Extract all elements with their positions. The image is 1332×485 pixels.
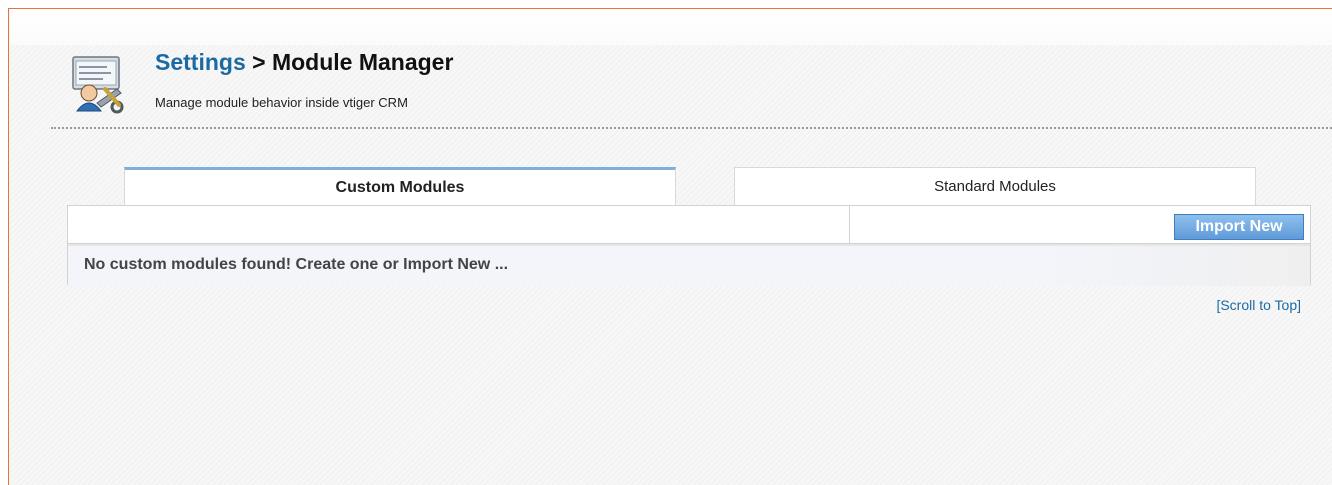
page-title-text: Module Manager [271,49,454,75]
scroll-to-top-link[interactable]: [Scroll to Top] [1216,297,1301,313]
header-divider [51,127,1332,129]
page-frame: Settings > Module Manager Manage module … [8,8,1332,485]
page-title: Settings > Module Manager [155,49,453,76]
empty-state-row: No custom modules found! Create one or I… [68,244,1310,286]
toolbar-right-cell: Import New [850,206,1310,244]
breadcrumb-separator: > [245,49,272,75]
modules-panel: Import New No custom modules found! Crea… [67,205,1311,286]
settings-tools-icon [72,56,124,114]
tab-custom-modules[interactable]: Custom Modules [124,167,676,205]
import-new-button[interactable]: Import New [1174,214,1304,240]
page-subtitle: Manage module behavior inside vtiger CRM [155,95,408,110]
empty-state-message: No custom modules found! Create one or I… [84,256,509,273]
breadcrumb-settings-link[interactable]: Settings [155,49,246,75]
toolbar-left-cell [68,206,850,244]
tab-standard-modules[interactable]: Standard Modules [734,167,1256,205]
top-bar [10,9,1332,45]
